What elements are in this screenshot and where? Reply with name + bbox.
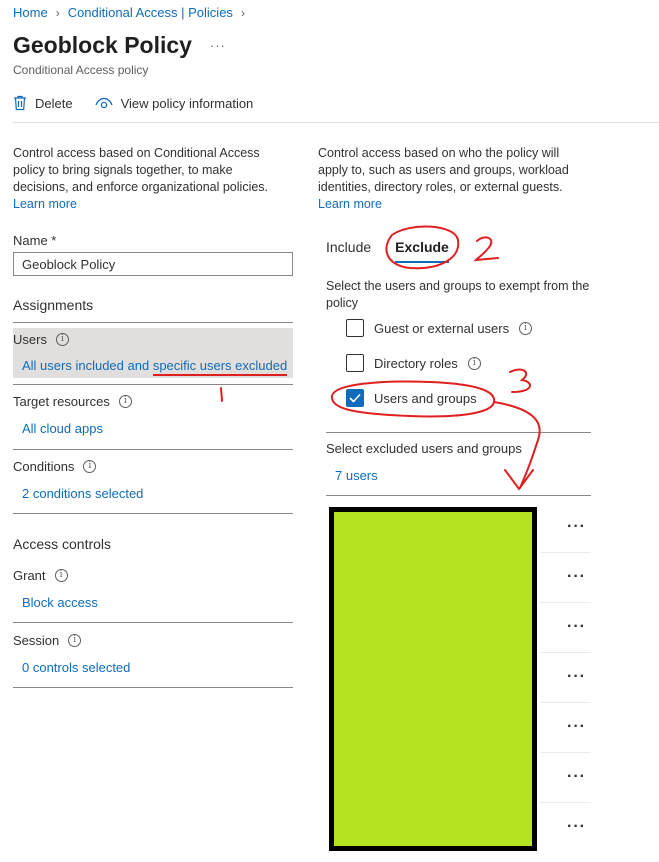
delete-label: Delete	[35, 95, 73, 111]
info-icon: i	[68, 634, 82, 647]
row-more-icon[interactable]: ···	[567, 768, 586, 786]
row-divider	[540, 602, 591, 603]
target-resources-value[interactable]: All cloud apps	[13, 421, 293, 436]
tab-exclude[interactable]: Exclude	[395, 239, 449, 263]
users-summary-link[interactable]: specific users excluded	[152, 358, 288, 376]
users-description-text: Control access based on who the policy w…	[318, 146, 569, 194]
learn-more-link[interactable]: Learn more	[318, 197, 382, 211]
page-title: Geoblock Policy	[13, 32, 192, 58]
grant-title-row: Grant i	[13, 568, 293, 583]
users-description: Control access based on who the policy w…	[318, 145, 588, 213]
include-exclude-tabs: Include Exclude	[326, 239, 449, 263]
row-divider	[540, 752, 591, 753]
row-more-icon[interactable]: ···	[567, 718, 586, 736]
section-divider	[13, 449, 293, 450]
redacted-user-list	[329, 507, 537, 851]
breadcrumb-home[interactable]: Home	[13, 5, 48, 20]
delete-button[interactable]: Delete	[13, 95, 73, 111]
option-label: Directory roles	[374, 355, 458, 371]
row-divider	[540, 702, 591, 703]
section-divider	[13, 687, 293, 688]
users-summary-prefix: All users included and	[22, 358, 153, 373]
name-label: Name *	[13, 233, 57, 248]
session-value[interactable]: 0 controls selected	[13, 660, 293, 675]
option-directory-roles[interactable]: Directory roles i	[346, 354, 481, 372]
checkbox[interactable]	[346, 354, 364, 372]
row-more-icon[interactable]: ···	[567, 618, 586, 636]
section-divider	[13, 322, 293, 323]
chevron-right-icon: ›	[240, 5, 245, 20]
page-subtitle: Conditional Access policy	[13, 63, 149, 77]
assignment-conditions[interactable]: Conditions i 2 conditions selected	[13, 459, 293, 501]
info-icon: i	[83, 460, 97, 473]
section-divider	[13, 622, 293, 623]
session-title-row: Session i	[13, 633, 293, 648]
target-resources-title: Target resources	[13, 394, 110, 409]
users-title: Users	[13, 332, 47, 347]
row-more-icon[interactable]: ···	[567, 518, 586, 536]
section-divider	[326, 495, 591, 496]
eye-icon	[94, 96, 113, 110]
info-icon: i	[55, 333, 69, 346]
checkbox-checked[interactable]	[346, 389, 364, 407]
excluded-users-label: Select excluded users and groups	[326, 441, 522, 456]
excluded-users-count[interactable]: 7 users	[335, 468, 378, 483]
conditions-value[interactable]: 2 conditions selected	[13, 486, 293, 501]
row-more-icon[interactable]: ···	[567, 818, 586, 836]
session-title: Session	[13, 633, 60, 648]
info-icon: i	[118, 395, 132, 408]
annotation-mark-2	[473, 236, 499, 262]
exempt-instructions: Select the users and groups to exempt fr…	[326, 279, 590, 310]
target-title-row: Target resources i	[13, 394, 293, 409]
section-divider	[326, 432, 591, 433]
learn-more-link[interactable]: Learn more	[13, 197, 77, 211]
annotation-arrowhead	[504, 469, 534, 491]
assignments-heading: Assignments	[13, 297, 94, 313]
assignment-target-resources[interactable]: Target resources i All cloud apps	[13, 394, 293, 436]
checkbox[interactable]	[346, 319, 364, 337]
toolbar: Delete View policy information	[13, 95, 253, 111]
users-summary[interactable]: All users included and specific users ex…	[13, 358, 293, 376]
breadcrumb-policies[interactable]: Conditional Access | Policies	[68, 5, 233, 20]
more-options-icon[interactable]: ···	[210, 38, 226, 53]
access-session[interactable]: Session i 0 controls selected	[13, 633, 293, 675]
policy-description: Control access based on Conditional Acce…	[13, 145, 288, 213]
access-controls-heading: Access controls	[13, 536, 112, 552]
row-divider	[540, 802, 591, 803]
row-divider	[540, 552, 591, 553]
chevron-right-icon: ›	[55, 5, 60, 20]
access-grant[interactable]: Grant i Block access	[13, 568, 293, 610]
info-icon: i	[467, 356, 481, 370]
option-label: Guest or external users	[374, 320, 510, 336]
grant-value[interactable]: Block access	[13, 595, 293, 610]
option-guest-external-users[interactable]: Guest or external users i	[346, 319, 533, 337]
row-divider	[540, 652, 591, 653]
users-title-row: Users i	[13, 332, 293, 347]
grant-title: Grant	[13, 568, 46, 583]
option-label: Users and groups	[374, 390, 477, 406]
conditions-title: Conditions	[13, 459, 75, 474]
section-divider	[13, 513, 293, 514]
conditions-title-row: Conditions i	[13, 459, 293, 474]
assignment-users[interactable]: Users i All users included and specific …	[13, 328, 293, 378]
tab-include[interactable]: Include	[326, 239, 371, 263]
trash-icon	[13, 95, 27, 111]
view-policy-information-button[interactable]: View policy information	[94, 95, 254, 111]
annotation-mark-3	[509, 368, 531, 393]
checkmark-icon	[349, 393, 361, 403]
info-icon: i	[519, 321, 533, 335]
policy-name-input[interactable]	[13, 252, 293, 276]
view-policy-information-label: View policy information	[120, 95, 254, 111]
section-divider	[13, 384, 293, 385]
info-icon: i	[54, 569, 68, 582]
toolbar-divider	[13, 122, 659, 123]
row-more-icon[interactable]: ···	[567, 568, 586, 586]
option-users-and-groups[interactable]: Users and groups	[346, 389, 477, 407]
row-more-icon[interactable]: ···	[567, 668, 586, 686]
breadcrumb: Home › Conditional Access | Policies ›	[13, 5, 245, 20]
policy-description-text: Control access based on Conditional Acce…	[13, 146, 269, 194]
